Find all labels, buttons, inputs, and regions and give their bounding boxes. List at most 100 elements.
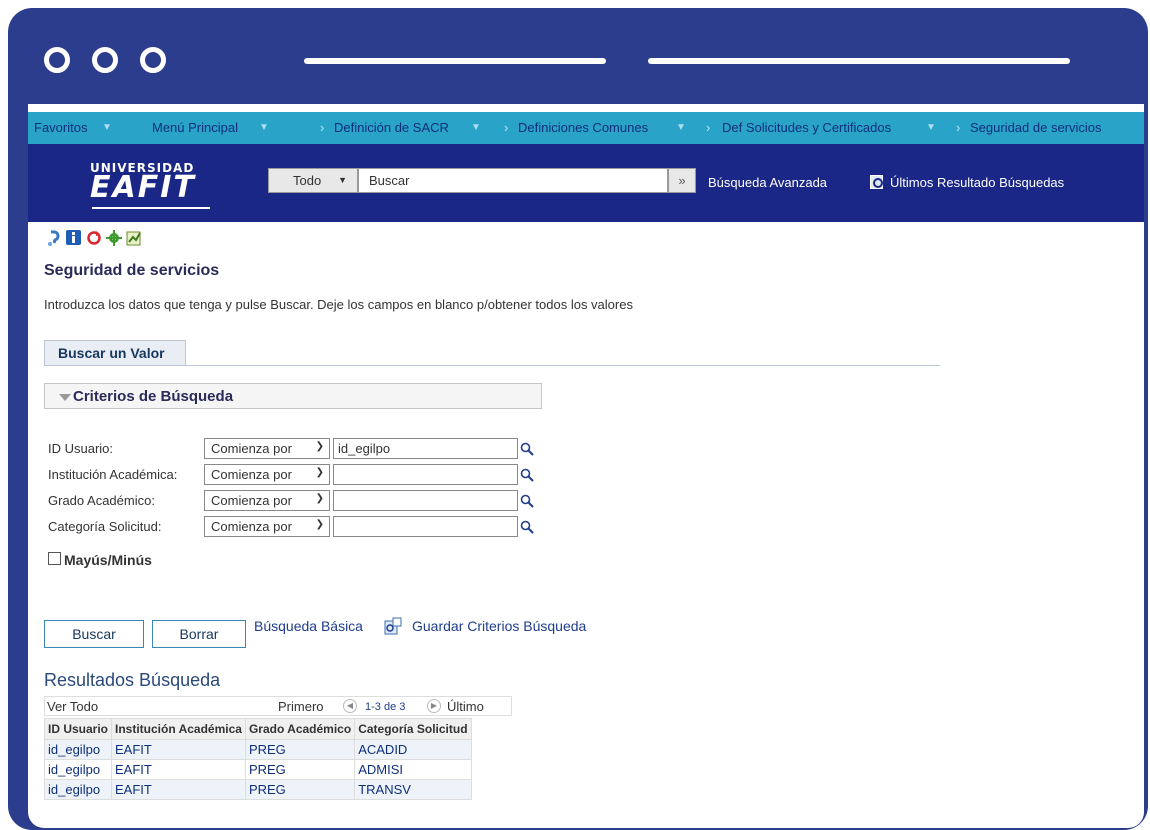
operator-select-degree[interactable]: Comienza por ❯ bbox=[204, 490, 330, 511]
first-link[interactable]: Primero bbox=[278, 699, 324, 714]
criteria-title: Criterios de Búsqueda bbox=[73, 388, 234, 405]
field-label-degree: Grado Académico: bbox=[48, 493, 155, 508]
save-criteria-link[interactable]: Guardar Criterios Búsqueda bbox=[412, 618, 586, 634]
degree-input[interactable] bbox=[333, 490, 518, 511]
operator-select-category[interactable]: Comienza por ❯ bbox=[204, 516, 330, 537]
cell-degree[interactable]: PREG bbox=[244, 779, 356, 800]
info-icon[interactable] bbox=[66, 230, 81, 245]
help-icon[interactable] bbox=[46, 230, 60, 246]
lookup-search-icon[interactable] bbox=[520, 494, 534, 508]
view-all-link[interactable]: Ver Todo bbox=[47, 699, 98, 714]
chevron-right-icon: › bbox=[956, 120, 961, 135]
previous-arrow-icon[interactable]: ◀ bbox=[343, 699, 357, 713]
results-title: Resultados Búsqueda bbox=[44, 670, 221, 690]
lookup-search-icon[interactable] bbox=[520, 442, 534, 456]
results-navigation: Ver Todo Primero ◀ 1-3 de 3 ▶ Último bbox=[44, 696, 512, 716]
cell-degree[interactable]: PREG bbox=[244, 759, 356, 780]
caret-down-icon: ▼ bbox=[471, 122, 481, 133]
advanced-search-link[interactable]: Búsqueda Avanzada bbox=[708, 175, 827, 190]
chevron-down-icon: ❯ bbox=[315, 441, 324, 452]
next-arrow-icon[interactable]: ▶ bbox=[427, 699, 441, 713]
table-row[interactable]: id_egilpo EAFIT PREG ACADID bbox=[43, 739, 472, 760]
basic-search-link[interactable]: Búsqueda Básica bbox=[254, 618, 363, 634]
chevron-right-icon: › bbox=[320, 120, 325, 135]
caret-down-icon: ▼ bbox=[676, 122, 686, 133]
cell-institution[interactable]: EAFIT bbox=[111, 759, 246, 780]
settings-gear-icon[interactable] bbox=[106, 230, 122, 246]
app-header: UNIVERSIDAD EAFIT Todo ▼ Buscar » Búsque… bbox=[28, 144, 1144, 222]
dropdown-arrow-icon: ▼ bbox=[338, 175, 347, 185]
titlebar-decoration bbox=[304, 58, 606, 64]
nav-favorites[interactable]: Favoritos bbox=[34, 120, 87, 135]
tab-search-value[interactable]: Buscar un Valor bbox=[44, 340, 186, 366]
operator-value: Comienza por bbox=[211, 493, 292, 508]
results-range: 1-3 de 3 bbox=[365, 701, 406, 713]
institution-input[interactable] bbox=[333, 464, 518, 485]
window-frame: Favoritos ▼ Menú Principal ▼ › Definició… bbox=[8, 8, 1148, 830]
search-criteria-header[interactable]: Criterios de Búsqueda bbox=[44, 383, 542, 409]
nav-crumb-4[interactable]: Seguridad de servicios bbox=[970, 120, 1102, 135]
save-criteria-icon bbox=[384, 617, 402, 635]
logo-underline bbox=[92, 207, 210, 209]
page-title: Seguridad de servicios bbox=[44, 262, 220, 279]
nav-crumb-3[interactable]: Def Solicitudes y Certificados bbox=[722, 120, 891, 135]
nav-crumb-2[interactable]: Definiciones Comunes bbox=[518, 120, 648, 135]
cell-user-id[interactable]: id_egilpo bbox=[43, 759, 113, 780]
chevron-down-icon: ❯ bbox=[315, 467, 324, 478]
recent-results-icon bbox=[870, 175, 883, 189]
clear-button[interactable]: Borrar bbox=[152, 620, 246, 648]
cell-category[interactable]: ADMISI bbox=[354, 759, 472, 780]
tab-divider bbox=[44, 365, 940, 366]
search-button[interactable]: Buscar bbox=[44, 620, 144, 648]
window-control-icon[interactable] bbox=[140, 47, 166, 73]
caret-down-icon: ▼ bbox=[926, 122, 936, 133]
cell-institution[interactable]: EAFIT bbox=[111, 739, 246, 760]
window-control-icon[interactable] bbox=[92, 47, 118, 73]
table-row[interactable]: id_egilpo EAFIT PREG ADMISI bbox=[43, 759, 472, 780]
refresh-icon[interactable] bbox=[86, 230, 101, 245]
cell-user-id[interactable]: id_egilpo bbox=[43, 779, 113, 800]
operator-select-user-id[interactable]: Comienza por ❯ bbox=[204, 438, 330, 459]
last-link[interactable]: Último bbox=[447, 699, 484, 714]
nav-main-menu[interactable]: Menú Principal bbox=[152, 120, 238, 135]
column-header[interactable]: Institución Académica bbox=[111, 718, 246, 740]
cell-category[interactable]: ACADID bbox=[354, 739, 472, 760]
page-instructions: Introduzca los datos que tenga y pulse B… bbox=[44, 297, 633, 312]
cell-user-id[interactable]: id_egilpo bbox=[43, 739, 113, 760]
column-header[interactable]: Categoría Solicitud bbox=[354, 718, 472, 740]
column-header[interactable]: Grado Académico bbox=[244, 718, 356, 740]
nav-crumb-1[interactable]: Definición de SACR bbox=[334, 120, 449, 135]
search-scope-select[interactable]: Todo ▼ bbox=[268, 168, 358, 193]
column-header[interactable]: ID Usuario bbox=[43, 718, 113, 740]
table-header-row: ID Usuario Institución Académica Grado A… bbox=[43, 718, 472, 740]
logo: EAFIT bbox=[90, 170, 196, 205]
case-sensitive-label: Mayús/Minús bbox=[64, 552, 152, 568]
case-sensitive-checkbox[interactable] bbox=[48, 552, 61, 565]
table-row[interactable]: id_egilpo EAFIT PREG TRANSV bbox=[43, 779, 472, 800]
search-go-button[interactable]: » bbox=[668, 168, 696, 193]
report-icon[interactable] bbox=[126, 230, 141, 246]
category-input[interactable] bbox=[333, 516, 518, 537]
lookup-search-icon[interactable] bbox=[520, 468, 534, 482]
chevron-right-icon: › bbox=[504, 120, 509, 135]
caret-down-icon: ▼ bbox=[102, 122, 112, 133]
field-label-category: Categoría Solicitud: bbox=[48, 519, 162, 534]
main-navbar: Favoritos ▼ Menú Principal ▼ › Definició… bbox=[28, 112, 1144, 144]
recent-results-link[interactable]: Últimos Resultado Búsquedas bbox=[890, 175, 1064, 190]
titlebar-decoration bbox=[648, 58, 1070, 64]
cell-institution[interactable]: EAFIT bbox=[111, 779, 246, 800]
window-control-icon[interactable] bbox=[44, 47, 70, 73]
cell-degree[interactable]: PREG bbox=[244, 739, 356, 760]
results-table: ID Usuario Institución Académica Grado A… bbox=[43, 718, 472, 800]
chevron-down-icon: ❯ bbox=[315, 493, 324, 504]
collapse-triangle-icon bbox=[59, 394, 71, 401]
operator-value: Comienza por bbox=[211, 441, 292, 456]
lookup-search-icon[interactable] bbox=[520, 520, 534, 534]
app-screen: Favoritos ▼ Menú Principal ▼ › Definició… bbox=[28, 104, 1144, 828]
cell-category[interactable]: TRANSV bbox=[354, 779, 472, 800]
search-input[interactable]: Buscar bbox=[358, 168, 668, 193]
operator-value: Comienza por bbox=[211, 519, 292, 534]
chevron-right-icon: › bbox=[706, 120, 711, 135]
user-id-input[interactable]: id_egilpo bbox=[333, 438, 518, 459]
operator-select-institution[interactable]: Comienza por ❯ bbox=[204, 464, 330, 485]
